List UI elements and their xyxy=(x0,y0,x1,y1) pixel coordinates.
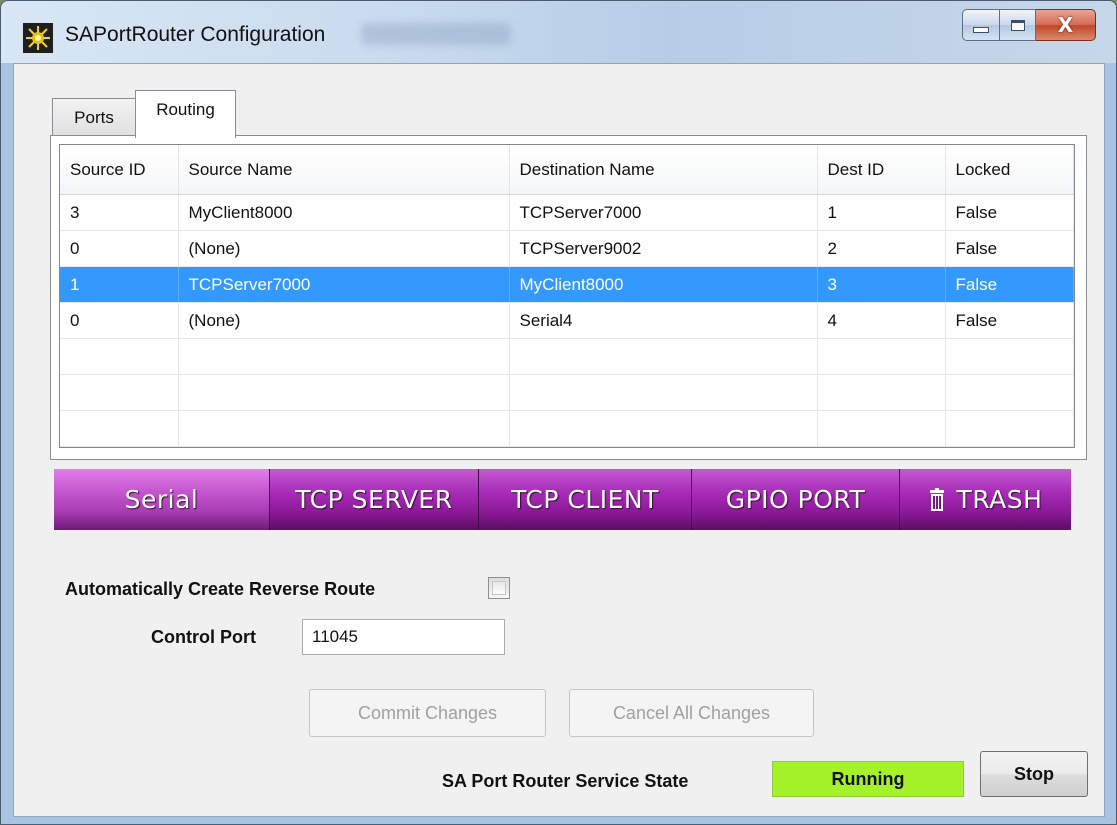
tcp-server-button[interactable]: TCP SERVER xyxy=(270,469,479,530)
close-icon: X xyxy=(1057,13,1074,37)
tab-ports[interactable]: Ports xyxy=(52,98,136,136)
cell-locked: False xyxy=(945,194,1074,231)
reverse-route-checkbox[interactable] xyxy=(488,577,510,599)
trash-can-icon xyxy=(929,487,945,512)
cell-source-name: (None) xyxy=(178,230,510,267)
table-row-selected[interactable]: 1 TCPServer7000 MyClient8000 3 False xyxy=(60,266,1074,303)
service-state-badge: Running xyxy=(772,761,964,797)
control-port-label: Control Port xyxy=(151,627,256,647)
gpio-port-button[interactable]: GPIO PORT xyxy=(692,469,900,530)
column-header-source-id[interactable]: Source ID xyxy=(60,145,179,195)
cell-dest-id: 3 xyxy=(817,266,946,303)
cell-source-id: 0 xyxy=(60,302,179,339)
cell-source-id: 0 xyxy=(60,230,179,267)
cell-locked: False xyxy=(945,302,1074,339)
stop-service-button[interactable]: Stop xyxy=(980,751,1088,797)
cell-source-id: 3 xyxy=(60,194,179,231)
column-header-source-name[interactable]: Source Name xyxy=(178,145,510,195)
close-button[interactable]: X xyxy=(1036,9,1096,41)
cell-locked: False xyxy=(945,230,1074,267)
cell-source-id: 1 xyxy=(60,266,179,303)
table-row[interactable]: 0 (None) Serial4 4 False xyxy=(60,302,1074,339)
table-row[interactable]: 0 (None) TCPServer9002 2 False xyxy=(60,230,1074,267)
window-controls: X xyxy=(962,9,1096,41)
cell-destination-name: TCPServer7000 xyxy=(509,194,818,231)
reverse-route-label: Automatically Create Reverse Route xyxy=(65,579,376,599)
maximize-icon xyxy=(1010,19,1025,31)
empty-row xyxy=(60,374,1074,411)
routing-panel: Source ID Source Name Destination Name D… xyxy=(50,135,1087,460)
empty-row xyxy=(60,338,1074,375)
routes-grid[interactable]: Source ID Source Name Destination Name D… xyxy=(59,144,1075,448)
client-area: Ports Routing Source ID Source Name Dest… xyxy=(13,63,1105,817)
cell-locked: False xyxy=(945,266,1074,303)
app-window: SAPortRouter Configuration X Ports Routi… xyxy=(0,0,1117,825)
title-bar[interactable]: SAPortRouter Configuration X xyxy=(1,1,1116,63)
background-blur xyxy=(361,23,511,45)
grid-header-row: Source ID Source Name Destination Name D… xyxy=(60,145,1074,195)
column-header-locked[interactable]: Locked xyxy=(945,145,1074,195)
minimize-button[interactable] xyxy=(962,9,1000,41)
serial-port-button[interactable]: Serial xyxy=(54,469,270,530)
trash-label: TRASH xyxy=(956,485,1043,514)
column-header-destination-name[interactable]: Destination Name xyxy=(509,145,818,195)
cancel-all-changes-button[interactable]: Cancel All Changes xyxy=(569,689,814,737)
window-title: SAPortRouter Configuration xyxy=(65,23,326,46)
cell-destination-name: TCPServer9002 xyxy=(509,230,818,267)
minimize-icon xyxy=(973,27,989,33)
cell-source-name: TCPServer7000 xyxy=(178,266,510,303)
tab-routing[interactable]: Routing xyxy=(135,90,236,138)
tcp-client-button[interactable]: TCP CLIENT xyxy=(479,469,692,530)
column-header-dest-id[interactable]: Dest ID xyxy=(817,145,946,195)
app-sun-icon xyxy=(23,23,53,53)
control-port-input[interactable]: 11045 xyxy=(302,619,505,655)
cell-destination-name: MyClient8000 xyxy=(509,266,818,303)
port-type-palette: Serial TCP SERVER TCP CLIENT GPIO PORT T… xyxy=(54,469,1071,530)
table-row[interactable]: 3 MyClient8000 TCPServer7000 1 False xyxy=(60,194,1074,231)
cell-dest-id: 4 xyxy=(817,302,946,339)
cell-destination-name: Serial4 xyxy=(509,302,818,339)
cell-source-name: (None) xyxy=(178,302,510,339)
empty-row xyxy=(60,410,1074,447)
commit-changes-button[interactable]: Commit Changes xyxy=(309,689,546,737)
maximize-button[interactable] xyxy=(1000,9,1036,41)
service-state-label: SA Port Router Service State xyxy=(442,771,689,791)
trash-button[interactable]: TRASH xyxy=(900,469,1071,530)
cell-dest-id: 2 xyxy=(817,230,946,267)
cell-dest-id: 1 xyxy=(817,194,946,231)
cell-source-name: MyClient8000 xyxy=(178,194,510,231)
